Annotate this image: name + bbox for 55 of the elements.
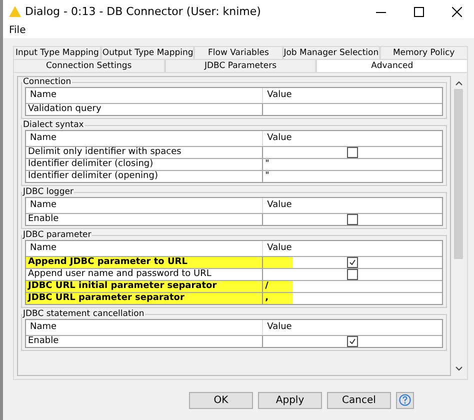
value-text: / [265,281,268,292]
value-text: " [265,159,270,170]
column-header: Value [266,321,293,334]
property-name-cell: Append user name and password to URL [26,269,264,280]
group-title: Dialect syntax [22,120,85,130]
close-icon [452,6,462,16]
column-header: Name [26,320,264,335]
group-title: JDBC statement cancellation [22,309,146,319]
maximize-icon [414,6,424,16]
property-name-cell: JDBC URL initial parameter separator [26,281,264,292]
tab[interactable]: Advanced [316,59,468,72]
value-text: " [265,171,270,182]
column-header: Value [266,89,293,102]
property-name-cell: Validation query [26,104,264,115]
column-header: Name [26,88,264,103]
value-text: , [265,293,269,304]
scrollbar-thumb[interactable] [454,89,463,259]
dialog-button[interactable]: OK [189,392,253,408]
property-name-cell: JDBC URL parameter separator [26,293,264,304]
property-name-cell: Identifier delimiter (closing) [26,159,264,170]
group-title: JDBC logger [22,187,74,197]
column-header: Value [266,199,293,212]
tab[interactable]: Output Type Mapping [101,46,194,59]
tab[interactable]: Connection Settings [13,59,165,72]
group-title: JDBC parameter [22,230,92,240]
column-header: Value [266,242,293,255]
dialog-button[interactable]: Cancel [327,392,391,408]
help-button[interactable] [396,392,414,408]
column-header: Name [26,241,264,256]
column-header: Value [266,132,293,145]
checkbox[interactable] [347,214,358,225]
window-title: Dialog - 0:13 - DB Connector (User: knime) [25,5,262,18]
checkbox[interactable] [347,147,358,158]
checkbox[interactable] [347,336,358,347]
menu-item[interactable]: File [6,25,29,36]
checkbox[interactable] [347,257,358,268]
help-icon [399,394,411,406]
tab[interactable]: Input Type Mapping [13,46,102,59]
warning-icon [9,6,21,17]
scroll-down-icon[interactable] [454,366,462,372]
column-header: Name [26,131,264,146]
property-name-cell: Delimit only identifier with spaces [26,147,264,158]
group-title: Connection [22,77,72,87]
property-name-cell: Enable [26,214,264,225]
property-name-cell: Append JDBC parameter to URL [26,257,264,268]
column-header: Name [26,198,264,213]
tab[interactable]: Memory Policy [380,46,468,59]
tab[interactable]: Job Manager Selection [282,46,380,59]
dialog-button[interactable]: Apply [258,392,322,408]
scroll-up-icon[interactable] [454,80,462,86]
tab[interactable]: JDBC Parameters [164,59,316,72]
tab[interactable]: Flow Variables [194,46,283,59]
checkbox[interactable] [347,269,358,280]
property-name-cell: Enable [26,336,264,347]
property-name-cell: Identifier delimiter (opening) [26,171,264,182]
